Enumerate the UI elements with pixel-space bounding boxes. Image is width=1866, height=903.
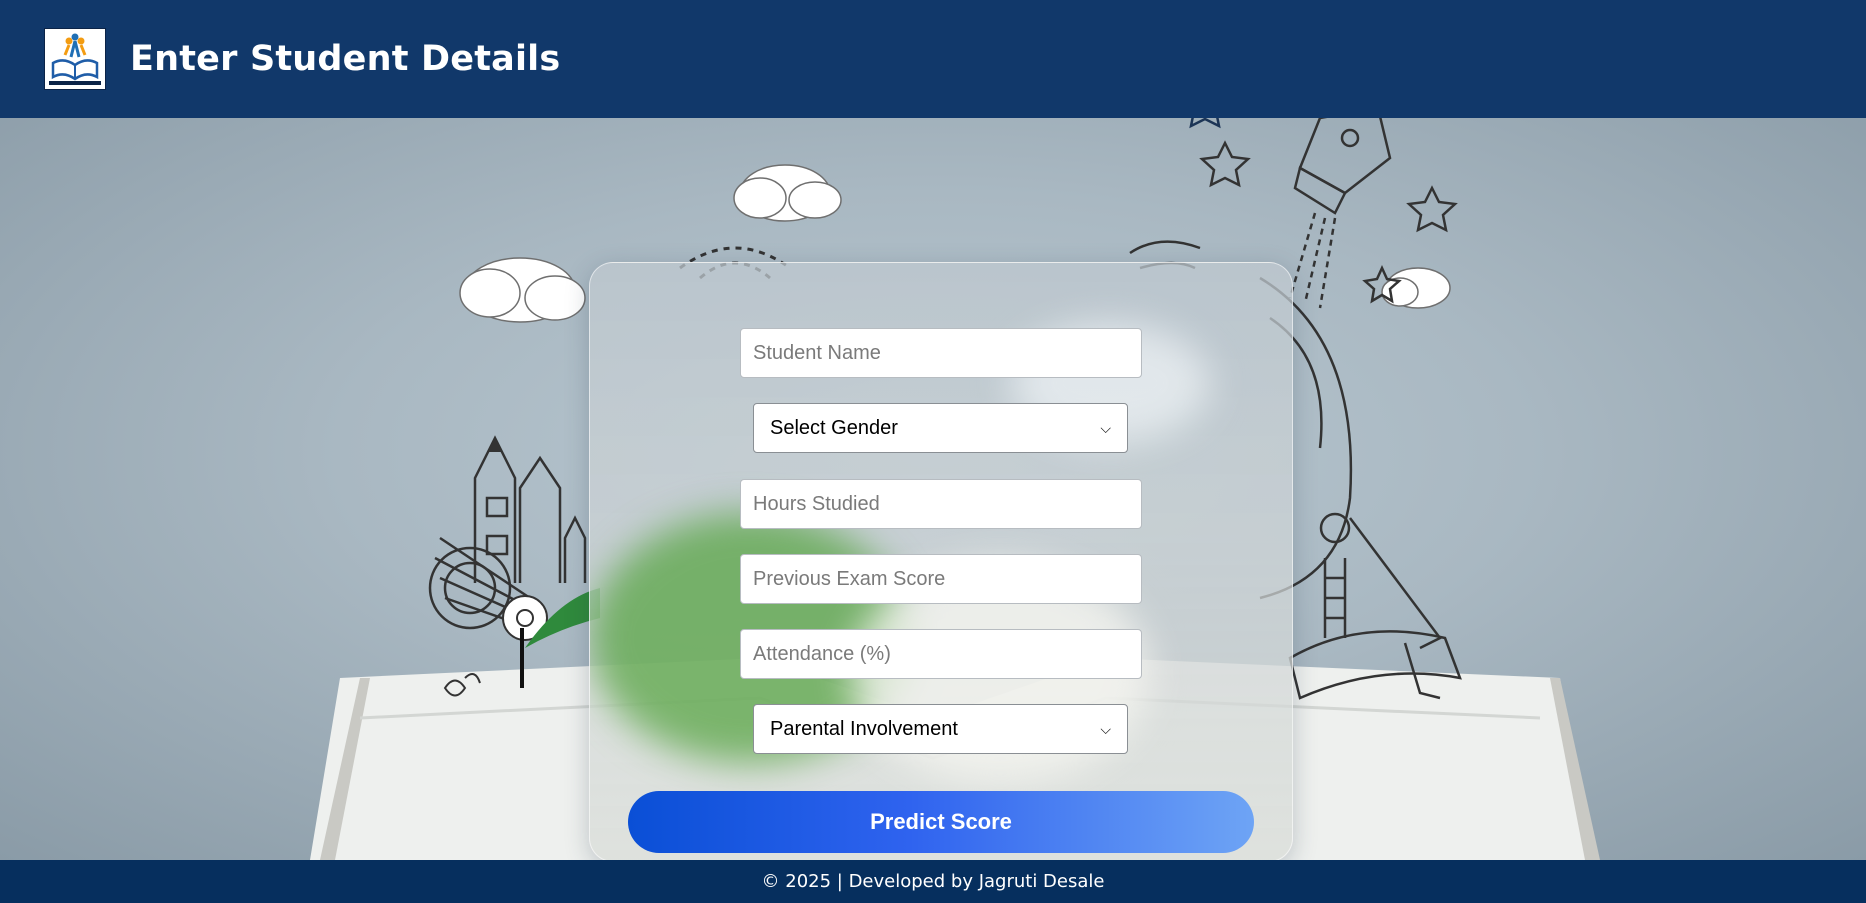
attendance-input[interactable] [740, 629, 1142, 679]
previous-exam-score-input[interactable] [740, 554, 1142, 604]
hours-studied-input[interactable] [740, 479, 1142, 529]
predict-score-button[interactable]: Predict Score [628, 791, 1254, 853]
gender-select-value: Select Gender [770, 416, 898, 439]
chevron-down-icon: ⌵ [1100, 419, 1111, 436]
footer-copyright: © 2025 | Developed by Jagruti Desale [761, 871, 1105, 892]
gender-select[interactable]: Select Gender ⌵ [753, 403, 1128, 453]
parental-involvement-select[interactable]: Parental Involvement ⌵ [753, 704, 1128, 754]
page-title: Enter Student Details [130, 39, 561, 79]
app-footer: © 2025 | Developed by Jagruti Desale [0, 860, 1866, 903]
app-header: Enter Student Details [0, 0, 1866, 118]
student-name-input[interactable] [740, 328, 1142, 378]
student-details-form: Select Gender ⌵ Parental Involvement ⌵ P… [589, 262, 1293, 862]
parental-involvement-select-value: Parental Involvement [770, 717, 958, 740]
education-book-logo-icon [44, 28, 106, 90]
chevron-down-icon: ⌵ [1100, 720, 1111, 737]
